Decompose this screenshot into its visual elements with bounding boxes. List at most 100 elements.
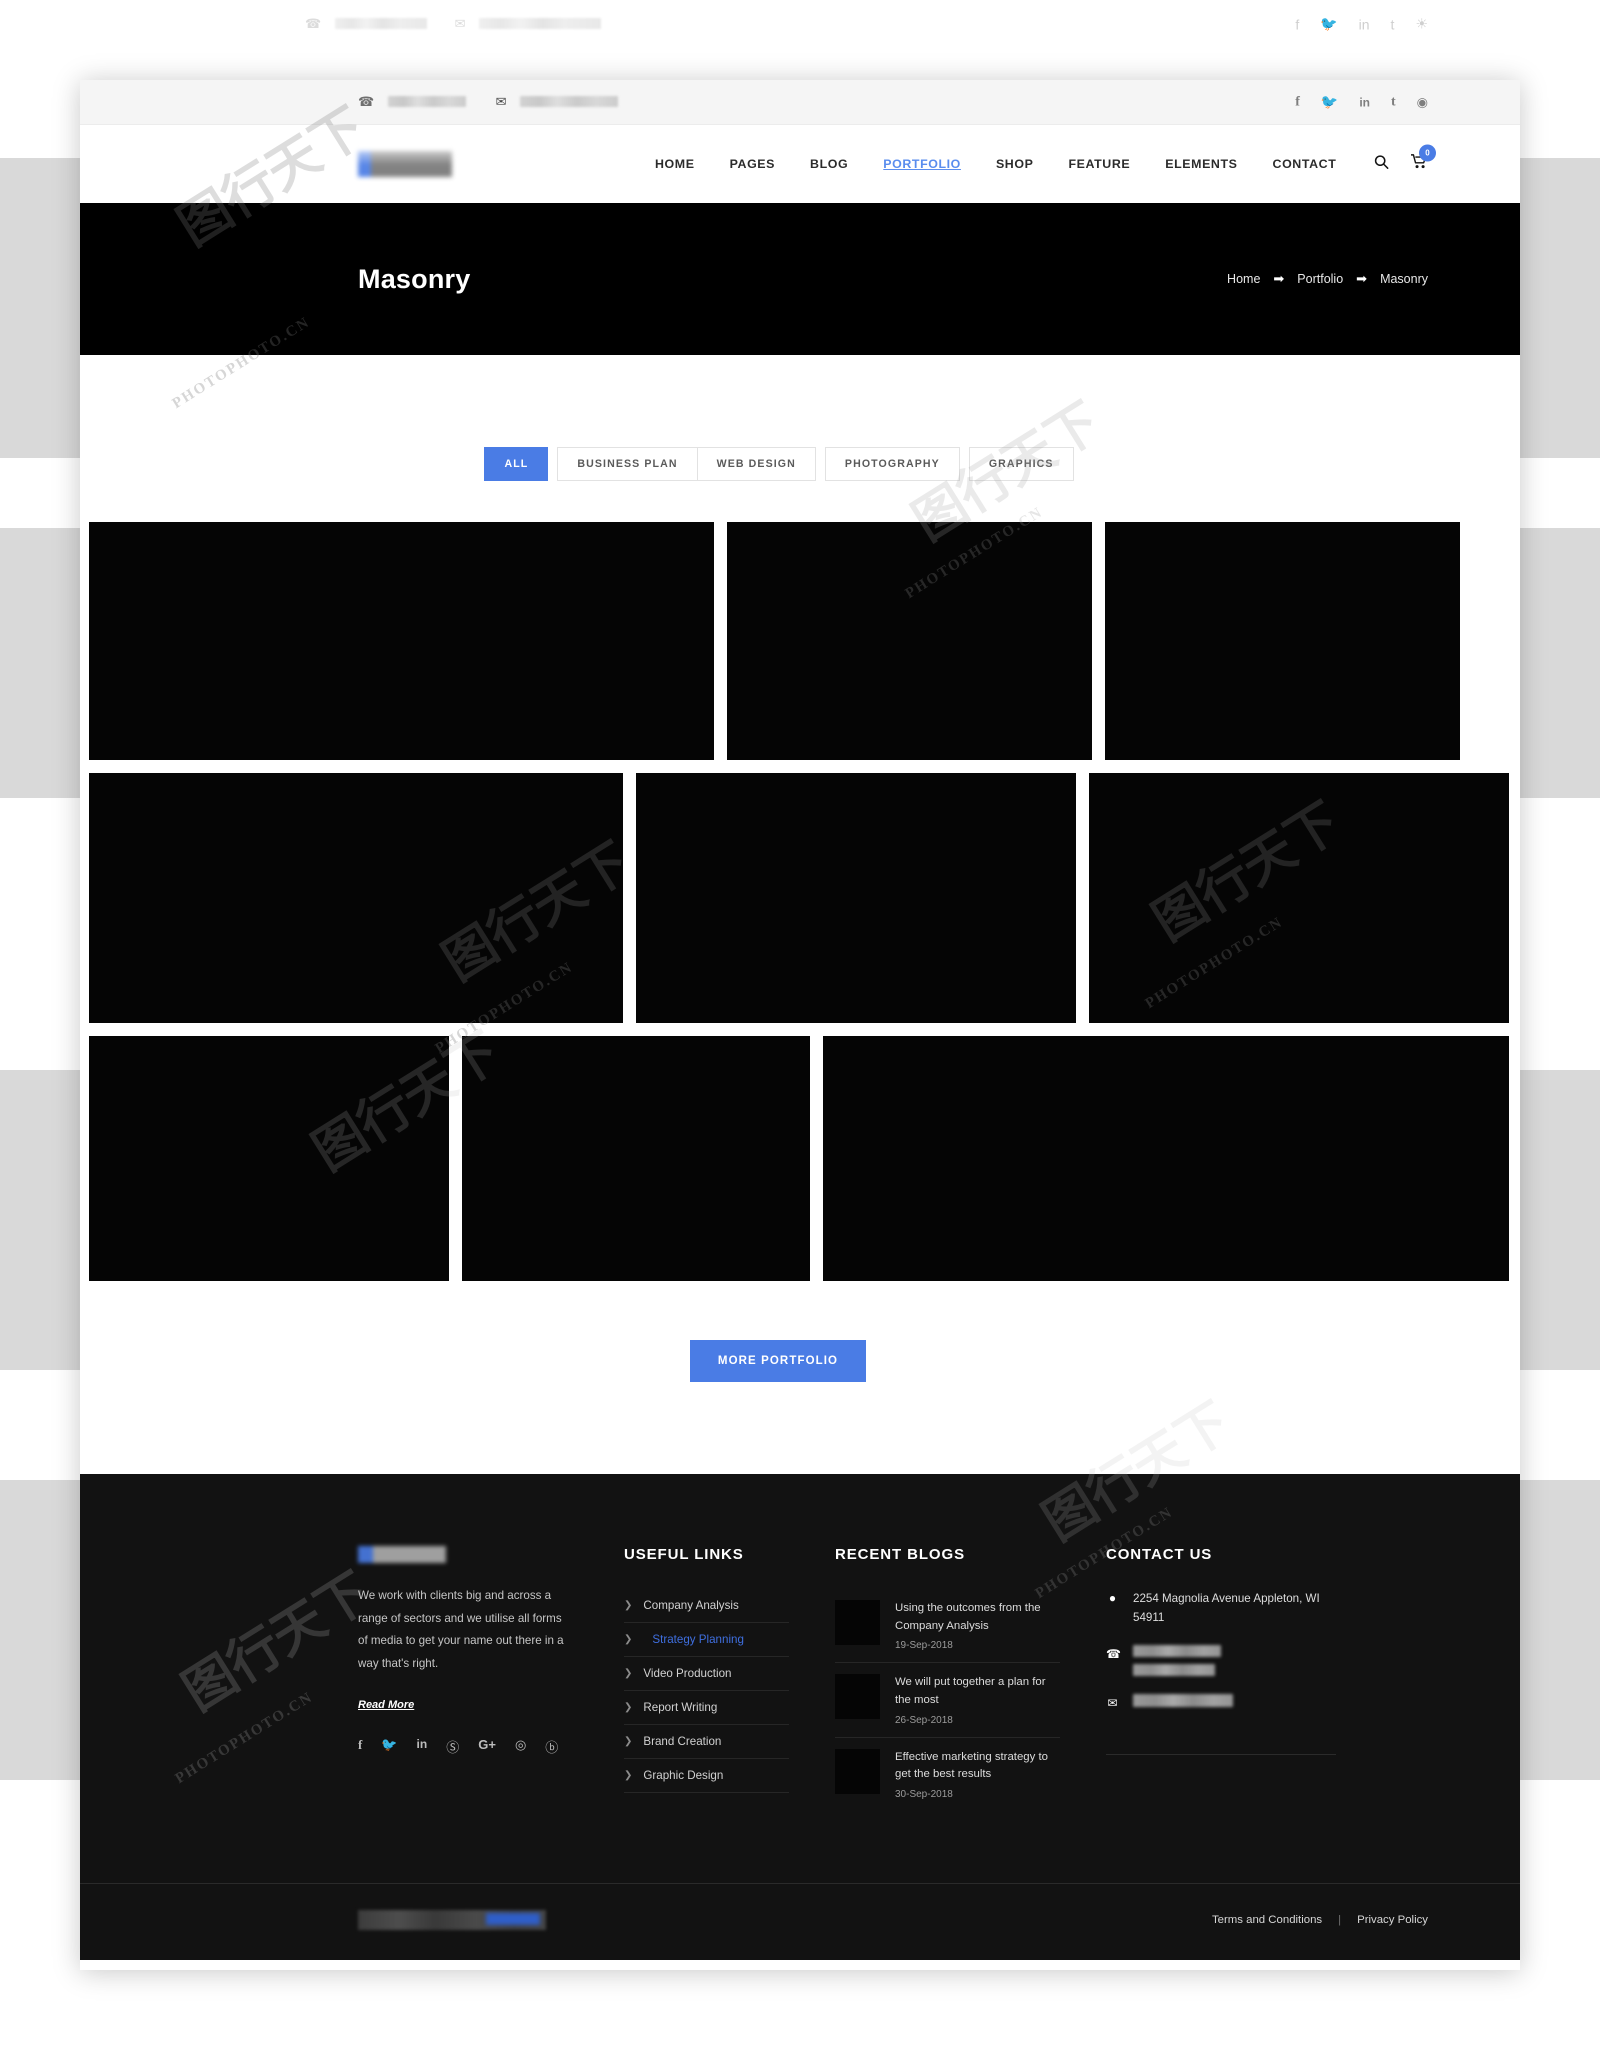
footer-logo[interactable] <box>358 1546 446 1563</box>
topbar-phone-value <box>387 96 466 108</box>
outer-phone-value <box>334 18 427 30</box>
screenshot-stage: ☎ ✉ f 🐦 in t ☀ ☎ ✉ f 🐦 in t ◉ HOME PAGES… <box>0 0 1600 2046</box>
outer-phone[interactable]: ☎ <box>305 15 427 33</box>
twitter-icon[interactable]: 🐦 <box>381 1737 397 1756</box>
envelope-icon: ✉ <box>1107 1696 1118 1711</box>
chevron-right-icon: ❯ <box>624 1668 633 1679</box>
outer-email[interactable]: ✉ <box>455 15 602 33</box>
dribbble-icon[interactable]: ◉ <box>1417 94 1428 110</box>
contact-email-value <box>1133 1694 1233 1708</box>
portfolio-tile-1[interactable] <box>89 522 714 760</box>
blog-item[interactable]: Effective marketing strategy to get the … <box>835 1738 1060 1811</box>
tumblr-icon[interactable]: t <box>1391 94 1396 110</box>
footer-bottom-links[interactable]: Terms and Conditions | Privacy Policy <box>1212 1914 1428 1926</box>
cart-button[interactable]: 0 <box>1411 144 1436 175</box>
nav-item-blog[interactable]: BLOG <box>810 157 848 171</box>
useful-link-report-writing[interactable]: ❯ Report Writing <box>624 1691 789 1725</box>
breadcrumb-item-home[interactable]: Home <box>1227 272 1260 286</box>
breadcrumb-item-current: Masonry <box>1380 272 1428 286</box>
footer-bottom-bar: Terms and Conditions | Privacy Policy <box>80 1883 1520 1960</box>
linkedin-icon[interactable]: in <box>1359 16 1370 32</box>
contact-email-row[interactable]: ✉ <box>1106 1694 1336 1710</box>
main-navigation[interactable]: HOME PAGES BLOG PORTFOLIO SHOP FEATURE E… <box>655 157 1336 171</box>
portfolio-tile-2[interactable] <box>727 522 1092 760</box>
blog-item[interactable]: We will put together a plan for the most… <box>835 1663 1060 1738</box>
filter-business-plan[interactable]: BUSINESS PLAN <box>557 447 698 481</box>
topbar-email[interactable]: ✉ <box>495 93 619 111</box>
dribbble-icon[interactable]: ☀ <box>1415 16 1428 33</box>
portfolio-row <box>89 522 1511 760</box>
dribbble-icon[interactable]: ◎ <box>515 1737 526 1756</box>
filter-graphics[interactable]: GRAPHICS <box>968 447 1074 481</box>
topbar-phone[interactable]: ☎ <box>358 93 466 111</box>
footer-recent-blogs-column: RECENT BLOGS Using the outcomes from the… <box>835 1546 1060 1811</box>
skype-icon[interactable]: Ⓢ <box>446 1737 459 1756</box>
blog-thumbnail <box>835 1600 880 1645</box>
header-tools: 0 <box>1374 144 1436 175</box>
twitter-icon[interactable]: 🐦 <box>1320 16 1337 33</box>
portfolio-grid <box>80 522 1520 1281</box>
facebook-icon[interactable]: f <box>1295 16 1299 32</box>
more-portfolio-button[interactable]: MORE PORTFOLIO <box>689 1340 867 1382</box>
nav-item-home[interactable]: HOME <box>655 157 695 171</box>
nav-item-portfolio[interactable]: PORTFOLIO <box>883 157 961 171</box>
twitter-icon[interactable]: 🐦 <box>1321 94 1338 111</box>
footer-columns: We work with clients big and across a ra… <box>80 1546 1520 1811</box>
filter-photography[interactable]: PHOTOGRAPHY <box>824 447 960 481</box>
outer-social-links[interactable]: f 🐦 in t ☀ <box>1295 16 1428 33</box>
portfolio-tile-5[interactable] <box>636 773 1076 1023</box>
useful-link-video-production[interactable]: ❯ Video Production <box>624 1657 789 1691</box>
portfolio-tile-9[interactable] <box>823 1036 1509 1281</box>
filter-all[interactable]: ALL <box>484 447 549 481</box>
useful-link-label: Graphic Design <box>643 1769 724 1782</box>
privacy-policy-link[interactable]: Privacy Policy <box>1357 1914 1428 1926</box>
nav-item-contact[interactable]: CONTACT <box>1273 157 1337 171</box>
portfolio-filter-bar[interactable]: ALL BUSINESS PLAN WEB DESIGN PHOTOGRAPHY… <box>80 447 1520 481</box>
footer-about-column: We work with clients big and across a ra… <box>358 1546 573 1811</box>
breadcrumb-arrow-icon: ➡ <box>1356 271 1368 286</box>
tumblr-icon[interactable]: t <box>1391 16 1395 32</box>
nav-item-shop[interactable]: SHOP <box>996 157 1034 171</box>
useful-link-brand-creation[interactable]: ❯ Brand Creation <box>624 1725 789 1759</box>
portfolio-tile-8[interactable] <box>462 1036 810 1281</box>
facebook-icon[interactable]: f <box>358 1737 362 1756</box>
nav-item-feature[interactable]: FEATURE <box>1068 157 1130 171</box>
pinterest-icon[interactable]: ⓑ <box>545 1737 558 1756</box>
page-title: Masonry <box>358 263 471 294</box>
portfolio-tile-4[interactable] <box>89 773 623 1023</box>
blog-thumbnail <box>835 1748 880 1794</box>
read-more-link[interactable]: Read More <box>358 1699 414 1711</box>
useful-link-company-analysis[interactable]: ❯ Company Analysis <box>624 1589 789 1623</box>
portfolio-tile-3[interactable] <box>1105 522 1460 760</box>
terms-and-conditions-link[interactable]: Terms and Conditions <box>1212 1914 1322 1926</box>
nav-item-elements[interactable]: ELEMENTS <box>1165 157 1237 171</box>
useful-link-graphic-design[interactable]: ❯ Graphic Design <box>624 1759 789 1793</box>
recent-blogs-title: RECENT BLOGS <box>835 1546 965 1563</box>
portfolio-tile-7[interactable] <box>89 1036 449 1281</box>
footer-social-links[interactable]: f 🐦 in Ⓢ G+ ◎ ⓑ <box>358 1737 573 1756</box>
nav-item-pages[interactable]: PAGES <box>730 157 775 171</box>
topbar-email-value <box>520 96 619 108</box>
linkedin-icon[interactable]: in <box>1359 95 1370 109</box>
site-logo[interactable] <box>354 145 456 177</box>
topbar-social-links[interactable]: f 🐦 in t ◉ <box>1295 94 1428 111</box>
facebook-icon[interactable]: f <box>1295 94 1300 110</box>
search-icon[interactable] <box>1374 154 1389 174</box>
contact-us-title: CONTACT US <box>1106 1546 1213 1563</box>
google-plus-icon[interactable]: G+ <box>478 1737 496 1756</box>
breadcrumb-item-portfolio[interactable]: Portfolio <box>1297 272 1343 286</box>
contact-phone-row[interactable]: ☎ <box>1106 1645 1336 1677</box>
useful-link-strategy-planning[interactable]: ❯ Strategy Planning <box>624 1623 789 1657</box>
page-hero: Masonry Home ➡ Portfolio ➡ Masonry <box>80 203 1520 355</box>
useful-link-label: Report Writing <box>643 1701 718 1714</box>
contact-address: 2254 Magnolia Avenue Appleton, WI 54911 <box>1133 1592 1320 1625</box>
blog-date: 30-Sep-2018 <box>895 1789 953 1801</box>
filter-web-design[interactable]: WEB DESIGN <box>696 447 816 481</box>
chevron-right-icon: ❯ <box>624 1770 633 1781</box>
linkedin-icon[interactable]: in <box>417 1737 428 1756</box>
blog-item[interactable]: Using the outcomes from the Company Anal… <box>835 1589 1060 1664</box>
envelope-icon: ✉ <box>495 94 507 109</box>
portfolio-tile-6[interactable] <box>1089 773 1509 1023</box>
site-header: HOME PAGES BLOG PORTFOLIO SHOP FEATURE E… <box>80 125 1520 203</box>
topbar-contact-group: ☎ ✉ <box>358 93 619 111</box>
